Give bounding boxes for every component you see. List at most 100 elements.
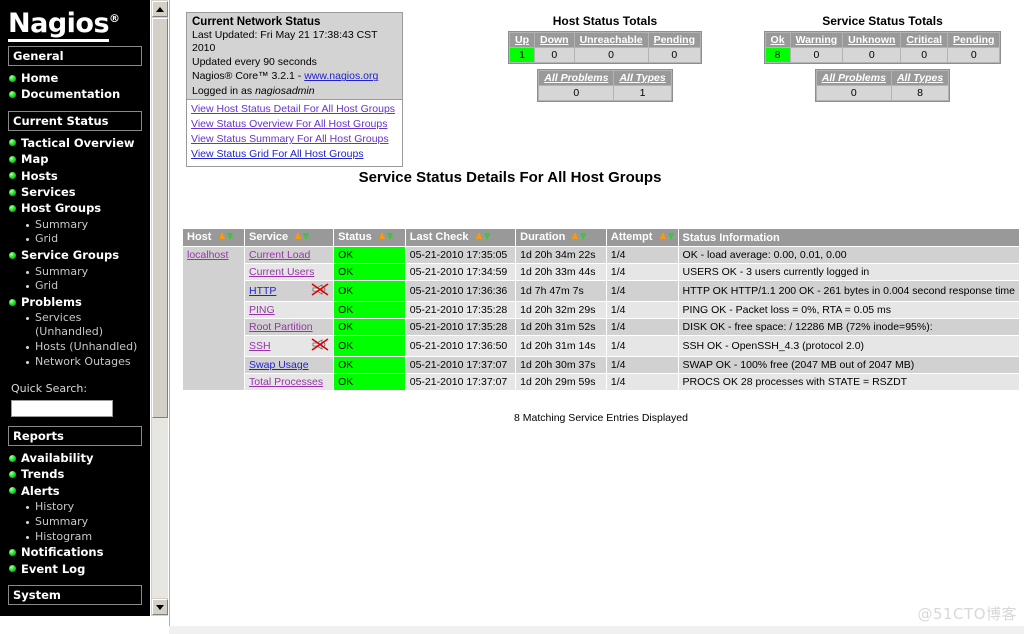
col-attempt[interactable]: Attempt xyxy=(606,229,678,246)
service-link[interactable]: Root Partition xyxy=(249,321,313,333)
sidebar-item-service-groups-summary[interactable]: Summary xyxy=(26,265,150,279)
sidebar-item-service-groups-grid[interactable]: Grid xyxy=(26,279,150,293)
service-count-unknown: 0 xyxy=(843,48,901,62)
sidebar-vertical-scrollbar[interactable] xyxy=(150,0,168,616)
link-view-host-status-detail[interactable]: View Host Status Detail For All Host Gro… xyxy=(191,102,398,117)
host-totals-table: Up Down Unreachable Pending 1 0 0 0 xyxy=(507,31,703,64)
sidebar-item-notifications[interactable]: Notifications xyxy=(9,545,150,559)
logged-in-label: Logged in as xyxy=(192,84,256,97)
sidebar-item-tactical-overview[interactable]: Tactical Overview xyxy=(9,136,150,150)
scroll-up-button[interactable] xyxy=(152,1,168,17)
col-ok[interactable]: Ok xyxy=(765,33,790,47)
col-unknown[interactable]: Unknown xyxy=(843,33,901,47)
col-status[interactable]: Status xyxy=(334,229,405,246)
sidebar-item-alerts[interactable]: Alerts xyxy=(9,484,150,498)
status-information-cell: PROCS OK 28 processes with STATE = RSZDT xyxy=(678,374,1019,390)
sidebar-item-problems[interactable]: Problems xyxy=(9,295,150,309)
status-information-cell: OK - load average: 0.00, 0.01, 0.00 xyxy=(678,247,1019,263)
sidebar-item-trends[interactable]: Trends xyxy=(9,467,150,481)
scroll-down-button[interactable] xyxy=(152,599,168,615)
sidebar-item-host-groups-summary[interactable]: Summary xyxy=(26,218,150,232)
sidebar-section-system: System xyxy=(8,585,142,605)
status-badge: OK xyxy=(334,357,405,373)
sidebar-item-label: Hosts xyxy=(21,168,58,183)
col-unreachable[interactable]: Unreachable xyxy=(574,33,648,47)
sidebar-item-host-groups-grid[interactable]: Grid xyxy=(26,232,150,246)
link-view-status-overview[interactable]: View Status Overview For All Host Groups xyxy=(191,117,398,132)
attempt-cell: 1/4 xyxy=(606,264,678,280)
sidebar-item-label: Services xyxy=(21,184,76,199)
watermark: @51CTO博客 xyxy=(917,605,1017,623)
service-table-body: localhost Current Load OK 05-21-2010 17:35:… xyxy=(183,247,1019,390)
col-warning[interactable]: Warning xyxy=(790,33,843,47)
service-link[interactable]: HTTP xyxy=(249,285,276,297)
col-service[interactable]: Service xyxy=(245,229,334,246)
sidebar-item-problems-services-unhandled[interactable]: Services (Unhandled) xyxy=(26,311,150,339)
col-all-problems[interactable]: All Problems xyxy=(816,71,891,85)
col-pending[interactable]: Pending xyxy=(648,33,701,47)
nagios-website-link[interactable]: www.nagios.org xyxy=(304,70,378,82)
col-critical[interactable]: Critical xyxy=(901,33,948,47)
col-duration[interactable]: Duration xyxy=(516,229,606,246)
bottom-strip xyxy=(169,626,1024,634)
service-link[interactable]: Current Load xyxy=(249,249,310,261)
main-content: Current Network Status Last Updated: Fri… xyxy=(169,0,1024,634)
sidebar-item-alerts-summary[interactable]: Summary xyxy=(26,515,150,529)
link-view-status-summary[interactable]: View Status Summary For All Host Groups xyxy=(191,132,398,147)
status-badge: OK xyxy=(334,281,405,301)
col-host[interactable]: Host xyxy=(183,229,245,246)
sidebar-item-label: Summary xyxy=(35,217,89,231)
sidebar-item-event-log[interactable]: Event Log xyxy=(9,562,150,576)
col-duration-label: Duration xyxy=(520,231,566,243)
sort-arrows-icon[interactable] xyxy=(295,231,310,244)
service-cell: Swap Usage xyxy=(245,357,334,373)
sidebar-item-problems-hosts-unhandled[interactable]: Hosts (Unhandled) xyxy=(26,340,150,354)
bullet-icon xyxy=(9,470,16,478)
col-attempt-label: Attempt xyxy=(610,231,653,243)
bullet-icon xyxy=(26,345,29,349)
attempt-cell: 1/4 xyxy=(606,247,678,263)
service-link[interactable]: PING xyxy=(249,304,275,316)
service-status-table: Host Service Status Last Check Duration … xyxy=(182,228,1020,391)
nagios-logo[interactable]: Nagios® xyxy=(8,8,150,42)
col-all-problems[interactable]: All Problems xyxy=(539,71,614,85)
table-row: Current Users OK 05-21-2010 17:34:59 1d 20h… xyxy=(183,264,1019,280)
sidebar-item-documentation[interactable]: Documentation xyxy=(9,87,150,101)
service-link[interactable]: Swap Usage xyxy=(249,359,309,371)
service-link[interactable]: SSH xyxy=(249,340,271,352)
sidebar-item-hosts[interactable]: Hosts xyxy=(9,169,150,183)
sidebar-item-host-groups[interactable]: Host Groups xyxy=(9,201,150,215)
col-all-types[interactable]: All Types xyxy=(891,71,949,85)
bullet-icon xyxy=(26,360,29,364)
bullet-icon xyxy=(9,548,16,556)
status-information-cell: SWAP OK - 100% free (2047 MB out of 2047… xyxy=(678,357,1019,373)
sidebar-item-alerts-histogram[interactable]: Histogram xyxy=(26,530,150,544)
sort-arrows-icon[interactable] xyxy=(572,231,587,244)
col-up[interactable]: Up xyxy=(509,33,534,47)
scrollbar-thumb[interactable] xyxy=(152,18,168,418)
sidebar-item-alerts-history[interactable]: History xyxy=(26,500,150,514)
bullet-icon xyxy=(9,454,16,462)
host-link[interactable]: localhost xyxy=(187,249,228,261)
col-all-types[interactable]: All Types xyxy=(614,71,671,85)
sidebar-item-availability[interactable]: Availability xyxy=(9,451,150,465)
link-view-status-grid[interactable]: View Status Grid For All Host Groups xyxy=(191,147,398,162)
search-input[interactable] xyxy=(11,399,113,417)
sidebar-item-network-outages[interactable]: Network Outages xyxy=(26,355,150,369)
service-link[interactable]: Total Processes xyxy=(249,376,323,388)
sidebar-item-home[interactable]: Home xyxy=(9,71,150,85)
sort-arrows-icon[interactable] xyxy=(218,231,233,244)
service-status-totals-title: Service Status Totals xyxy=(822,14,943,28)
col-last-check[interactable]: Last Check xyxy=(405,229,516,246)
service-link[interactable]: Current Users xyxy=(249,266,314,278)
col-pending[interactable]: Pending xyxy=(948,33,1000,47)
current-network-status-box: Current Network Status Last Updated: Fri… xyxy=(186,12,403,167)
sidebar-item-services[interactable]: Services xyxy=(9,185,150,199)
sidebar-item-service-groups[interactable]: Service Groups xyxy=(9,248,150,262)
sort-arrows-icon[interactable] xyxy=(378,231,393,244)
col-down[interactable]: Down xyxy=(534,33,574,47)
sort-arrows-icon[interactable] xyxy=(659,231,674,244)
sort-arrows-icon[interactable] xyxy=(475,231,490,244)
sidebar-item-label: Summary xyxy=(35,514,89,528)
sidebar-item-map[interactable]: Map xyxy=(9,152,150,166)
